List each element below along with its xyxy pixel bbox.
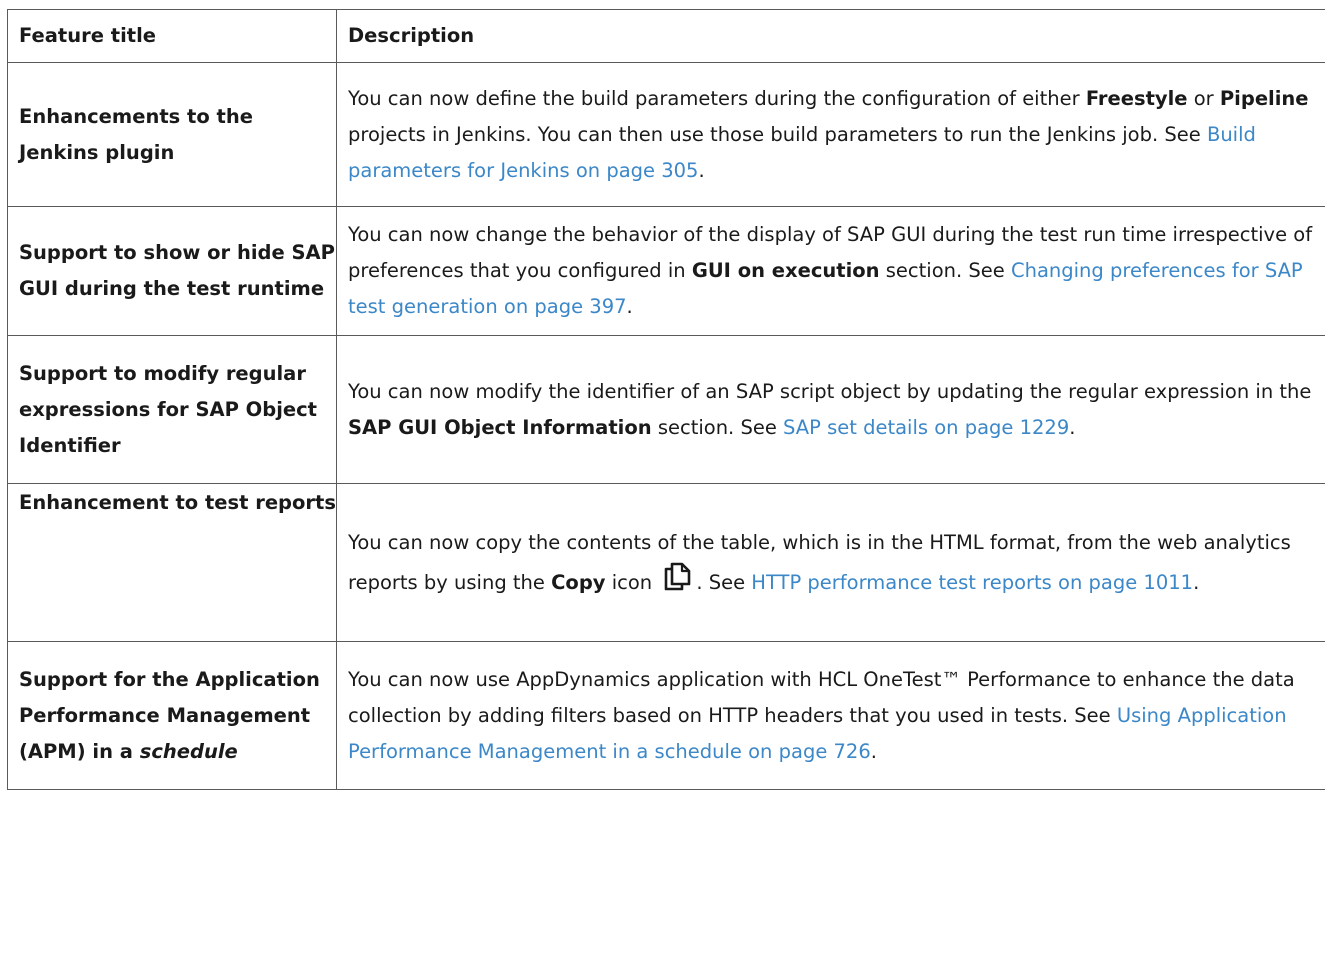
- desc-text: .: [870, 739, 877, 763]
- table-row: Support for the Application Performance …: [7, 641, 1325, 790]
- feature-description: You can now modify the identifier of an …: [336, 335, 1325, 484]
- feature-title: Enhancement to test reports: [7, 483, 337, 642]
- desc-text: or: [1187, 86, 1220, 110]
- feature-title: Support to show or hide SAP GUI during t…: [7, 206, 337, 336]
- feature-description: You can now change the behavior of the d…: [336, 206, 1325, 336]
- desc-text: projects in Jenkins. You can then use th…: [348, 122, 1207, 146]
- desc-text: .: [698, 158, 705, 182]
- feature-description: You can now copy the contents of the tab…: [336, 483, 1325, 642]
- feature-title: Enhancements to the Jenkins plugin: [7, 62, 337, 207]
- desc-bold: Pipeline: [1219, 86, 1309, 110]
- desc-text: section. See: [651, 415, 784, 439]
- table-row: Support to modify regular expressions fo…: [7, 335, 1325, 484]
- feature-title: Support for the Application Performance …: [7, 641, 337, 790]
- desc-text: section. See: [879, 259, 1011, 282]
- header-feature-title: Feature title: [7, 9, 337, 63]
- desc-bold: Copy: [551, 570, 606, 594]
- desc-bold: SAP GUI Object Information: [348, 415, 652, 439]
- copy-icon: [662, 561, 692, 591]
- header-description: Description: [336, 9, 1325, 63]
- feature-title: Support to modify regular expressions fo…: [7, 335, 337, 484]
- feature-table: Feature title Description Enhancements t…: [7, 9, 1325, 790]
- desc-text: icon: [605, 570, 659, 594]
- feature-description: You can now use AppDynamics application …: [336, 641, 1325, 790]
- feature-title-italic: schedule: [139, 739, 238, 763]
- desc-text: .: [1193, 570, 1200, 594]
- desc-bold: Freestyle: [1085, 86, 1188, 110]
- desc-text: .: [626, 295, 633, 318]
- feature-description: You can now define the build parameters …: [336, 62, 1325, 207]
- desc-text: You can now define the build parameters …: [348, 86, 1086, 110]
- desc-text: .: [1069, 415, 1076, 439]
- cross-reference-link[interactable]: SAP set details on page 1229: [783, 416, 1069, 439]
- desc-bold: GUI on execution: [691, 259, 880, 282]
- table-header-row: Feature title Description: [7, 9, 1325, 63]
- desc-text: You can now modify the identifier of an …: [348, 379, 1312, 403]
- table-row: Enhancements to the Jenkins plugin You c…: [7, 62, 1325, 207]
- desc-text: . See: [696, 570, 752, 594]
- table-row: Enhancement to test reports You can now …: [7, 483, 1325, 642]
- table-row: Support to show or hide SAP GUI during t…: [7, 206, 1325, 336]
- cross-reference-link[interactable]: HTTP performance test reports on page 10…: [751, 571, 1193, 594]
